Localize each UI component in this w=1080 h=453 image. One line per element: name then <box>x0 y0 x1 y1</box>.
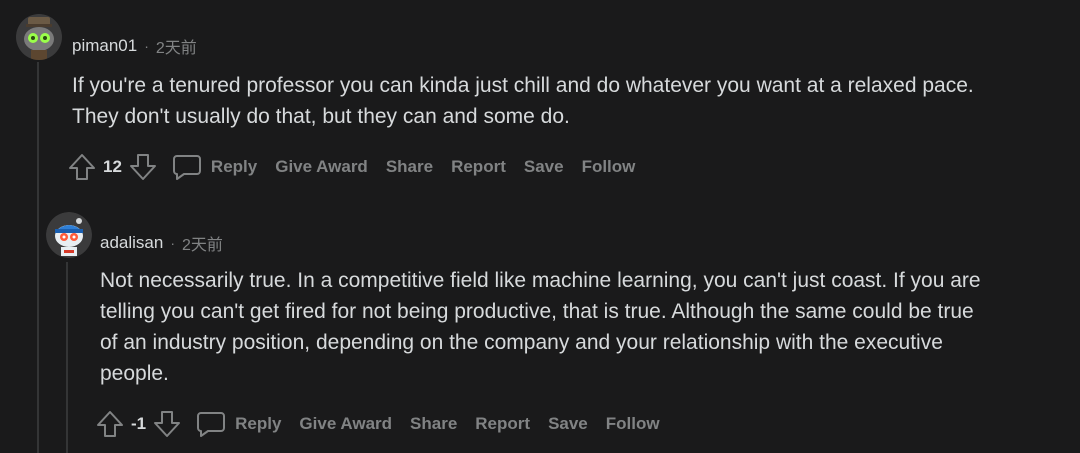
upvote-icon[interactable] <box>95 409 125 439</box>
timestamp[interactable]: 2天前 <box>182 231 223 255</box>
share-button[interactable]: Share <box>410 414 457 434</box>
comment-actions: -1 Reply Give Award Share Report Save Fo… <box>95 406 678 442</box>
comment-meta: piman01 · 2天前 <box>72 34 197 58</box>
comment-bubble-icon <box>172 155 201 180</box>
downvote-icon[interactable] <box>128 152 158 182</box>
comment-line: If you're a tenured professor you can ki… <box>72 74 974 97</box>
vote-score: 12 <box>103 157 122 176</box>
comment-actions: 12 Reply Give Award Share Report Save Fo… <box>67 149 653 185</box>
report-button[interactable]: Report <box>451 157 506 177</box>
comment-meta: adalisan · 2天前 <box>100 231 223 255</box>
give-award-button[interactable]: Give Award <box>275 157 368 177</box>
comment-line: people. <box>100 362 169 385</box>
follow-button[interactable]: Follow <box>606 414 660 434</box>
reply-button[interactable]: Reply <box>196 410 281 438</box>
reply-label: Reply <box>235 414 282 433</box>
save-button[interactable]: Save <box>524 157 564 177</box>
reply-button[interactable]: Reply <box>172 153 257 181</box>
save-button[interactable]: Save <box>548 414 588 434</box>
comment-line: of an industry position, depending on th… <box>100 331 943 354</box>
upvote-icon[interactable] <box>67 152 97 182</box>
comment-bubble-icon <box>197 412 226 437</box>
share-button[interactable]: Share <box>386 157 433 177</box>
thread-line-1[interactable] <box>37 62 39 453</box>
reply-label: Reply <box>210 157 258 176</box>
give-award-button[interactable]: Give Award <box>299 414 392 434</box>
comment-line: Not necessarily true. In a competitive f… <box>100 269 981 292</box>
author-name[interactable]: piman01 <box>72 36 137 56</box>
author-name[interactable]: adalisan <box>100 233 163 253</box>
timestamp[interactable]: 2天前 <box>156 34 197 58</box>
avatar[interactable] <box>46 212 92 258</box>
comment-body: If you're a tenured professor you can ki… <box>72 70 974 132</box>
avatar[interactable] <box>16 14 62 60</box>
report-button[interactable]: Report <box>475 414 530 434</box>
vote-score: -1 <box>131 414 147 433</box>
comment-body: Not necessarily true. In a competitive f… <box>100 265 981 389</box>
comment-line: They don't usually do that, but they can… <box>72 105 570 128</box>
separator-dot: · <box>144 38 149 54</box>
downvote-icon[interactable] <box>152 409 182 439</box>
thread-line-2[interactable] <box>66 262 68 453</box>
separator-dot: · <box>170 235 175 251</box>
comment-line: telling you can't get fired for not bein… <box>100 300 974 323</box>
follow-button[interactable]: Follow <box>582 157 636 177</box>
